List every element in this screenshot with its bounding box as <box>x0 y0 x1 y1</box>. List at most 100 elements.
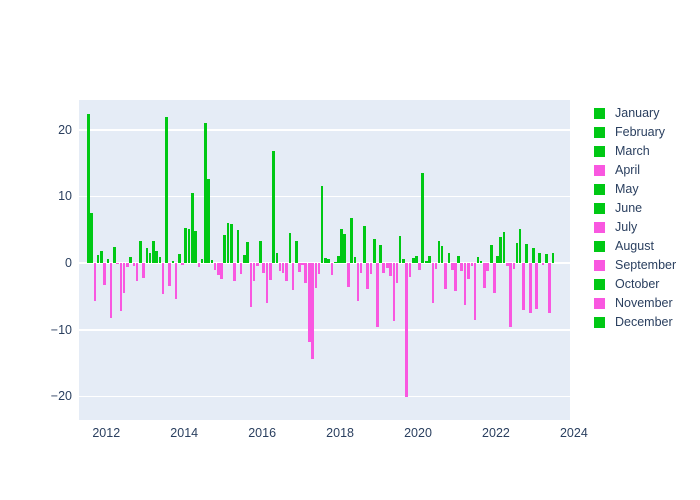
chart-bar[interactable] <box>479 261 483 264</box>
chart-bar[interactable] <box>323 258 327 264</box>
chart-bar[interactable] <box>259 240 262 264</box>
chart-bar[interactable] <box>330 263 334 275</box>
chart-bar[interactable] <box>434 263 438 269</box>
legend-item-june[interactable]: June <box>594 199 698 218</box>
chart-bar[interactable] <box>379 244 382 264</box>
chart-bar[interactable] <box>382 263 386 274</box>
chart-bar[interactable] <box>116 263 119 265</box>
chart-bar[interactable] <box>275 253 279 264</box>
chart-bar[interactable] <box>359 263 363 273</box>
chart-bar[interactable] <box>272 151 275 264</box>
chart-bar[interactable] <box>499 236 502 264</box>
chart-bar[interactable] <box>460 263 463 272</box>
chart-bar[interactable] <box>346 263 350 287</box>
chart-bar[interactable] <box>440 246 444 264</box>
chart-bar[interactable] <box>431 263 435 303</box>
chart-bar[interactable] <box>454 263 457 292</box>
chart-bar[interactable] <box>486 263 490 272</box>
chart-bar[interactable] <box>320 186 324 264</box>
chart-bar[interactable] <box>401 258 405 264</box>
chart-bar[interactable] <box>544 254 548 264</box>
legend-item-november[interactable]: November <box>594 294 698 313</box>
chart-bar[interactable] <box>291 263 295 290</box>
chart-bar[interactable] <box>376 263 379 328</box>
legend-item-september[interactable]: September <box>594 256 698 275</box>
chart-bar[interactable] <box>213 263 217 270</box>
chart-bar[interactable] <box>502 232 506 264</box>
chart-bar[interactable] <box>525 244 529 264</box>
chart-bar[interactable] <box>90 212 93 264</box>
legend-item-april[interactable]: April <box>594 161 698 180</box>
chart-bar[interactable] <box>512 263 516 270</box>
chart-bar[interactable] <box>362 226 366 264</box>
chart-bar[interactable] <box>100 250 103 264</box>
chart-bar[interactable] <box>168 263 171 286</box>
chart-bar[interactable] <box>522 263 525 310</box>
chart-bar[interactable] <box>269 263 272 280</box>
chart-bar[interactable] <box>493 263 496 293</box>
chart-bar[interactable] <box>178 254 181 264</box>
chart-bar[interactable] <box>509 263 513 328</box>
legend-item-july[interactable]: July <box>594 218 698 237</box>
chart-bar[interactable] <box>187 228 191 264</box>
chart-bar[interactable] <box>207 179 210 264</box>
chart-bar[interactable] <box>194 230 197 264</box>
chart-bar[interactable] <box>161 263 165 294</box>
chart-bar[interactable] <box>528 263 532 314</box>
chart-bar[interactable] <box>155 251 158 264</box>
chart-bar[interactable] <box>113 247 116 264</box>
chart-bar[interactable] <box>428 256 431 264</box>
chart-bar[interactable] <box>395 263 399 284</box>
chart-bar[interactable] <box>350 218 353 264</box>
chart-bar[interactable] <box>285 263 288 281</box>
chart-bar[interactable] <box>505 263 509 266</box>
chart-bar[interactable] <box>236 230 240 264</box>
chart-bar[interactable] <box>541 263 545 266</box>
chart-bar[interactable] <box>148 252 152 264</box>
chart-bar[interactable] <box>447 253 451 264</box>
legend-item-march[interactable]: March <box>594 142 698 161</box>
chart-bar[interactable] <box>457 256 460 264</box>
chart-bar[interactable] <box>551 253 555 264</box>
chart-bar[interactable] <box>158 256 162 264</box>
chart-bar[interactable] <box>233 263 236 281</box>
chart-bar[interactable] <box>220 263 223 279</box>
legend-item-october[interactable]: October <box>594 275 698 294</box>
chart-bar[interactable] <box>142 263 145 278</box>
chart-bar[interactable] <box>265 263 269 304</box>
chart-bar[interactable] <box>197 263 201 267</box>
chart-bar[interactable] <box>304 263 308 283</box>
chart-bar[interactable] <box>548 263 552 313</box>
chart-bar[interactable] <box>135 263 139 282</box>
chart-bar[interactable] <box>295 241 298 264</box>
chart-bar[interactable] <box>230 224 233 264</box>
chart-bar[interactable] <box>369 263 373 274</box>
chart-bar[interactable] <box>444 263 447 289</box>
chart-bar[interactable] <box>93 263 97 301</box>
chart-bar[interactable] <box>317 263 321 274</box>
legend-item-december[interactable]: December <box>594 313 698 332</box>
chart-bar[interactable] <box>174 263 178 299</box>
chart-bar[interactable] <box>239 263 243 274</box>
chart-bar[interactable] <box>129 256 132 264</box>
chart-bar[interactable] <box>181 263 184 266</box>
legend-item-august[interactable]: August <box>594 237 698 256</box>
chart-bar[interactable] <box>122 263 126 293</box>
chart-bar[interactable] <box>109 263 113 318</box>
chart-bar[interactable] <box>139 240 142 264</box>
chart-bar[interactable] <box>389 263 392 276</box>
chart-bar[interactable] <box>256 263 259 266</box>
chart-bar[interactable] <box>518 229 522 264</box>
chart-bar[interactable] <box>466 263 470 279</box>
chart-bar[interactable] <box>288 232 292 264</box>
chart-bar[interactable] <box>343 234 347 264</box>
chart-bar[interactable] <box>246 242 249 264</box>
chart-bar[interactable] <box>408 263 412 278</box>
chart-bar[interactable] <box>421 172 424 264</box>
chart-bar[interactable] <box>489 245 493 264</box>
chart-bar[interactable] <box>311 263 314 360</box>
chart-bar[interactable] <box>532 248 535 264</box>
chart-bar[interactable] <box>373 238 376 264</box>
chart-bar[interactable] <box>405 263 409 397</box>
legend-item-january[interactable]: January <box>594 104 698 123</box>
